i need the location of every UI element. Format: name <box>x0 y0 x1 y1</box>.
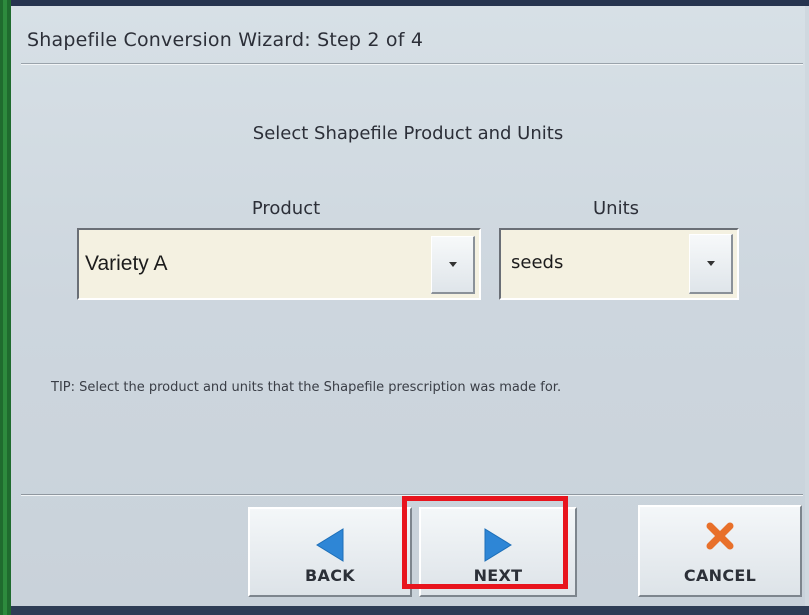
units-select[interactable]: seeds <box>499 228 739 300</box>
product-select-value: Variety A <box>85 252 168 275</box>
cancel-button-label: CANCEL <box>683 566 757 585</box>
cancel-button[interactable]: CANCEL <box>638 505 802 597</box>
units-dropdown-button[interactable] <box>689 234 733 294</box>
units-label: Units <box>592 198 640 219</box>
product-label: Product <box>251 198 321 219</box>
product-dropdown-button[interactable] <box>431 236 475 294</box>
title-divider <box>21 63 803 65</box>
window-title: Shapefile Conversion Wizard: Step 2 of 4 <box>27 29 424 51</box>
chevron-down-icon <box>706 260 715 266</box>
left-frame-edge <box>0 0 11 615</box>
bottom-frame-edge <box>11 606 809 615</box>
next-button-label: NEXT <box>473 566 523 585</box>
x-icon <box>706 522 734 550</box>
section-heading: Select Shapefile Product and Units <box>252 123 564 144</box>
right-arrow-icon <box>484 528 512 562</box>
chevron-down-icon <box>448 261 457 267</box>
footer-divider <box>21 494 803 496</box>
back-button[interactable]: BACK <box>248 507 412 597</box>
product-select[interactable]: Variety A <box>77 228 481 300</box>
left-arrow-icon <box>316 528 344 562</box>
wizard-panel: Shapefile Conversion Wizard: Step 2 of 4… <box>11 6 805 606</box>
tip-text: TIP: Select the product and units that t… <box>51 380 562 395</box>
back-button-label: BACK <box>305 566 355 585</box>
next-button[interactable]: NEXT <box>419 507 577 597</box>
units-select-value: seeds <box>511 251 564 273</box>
